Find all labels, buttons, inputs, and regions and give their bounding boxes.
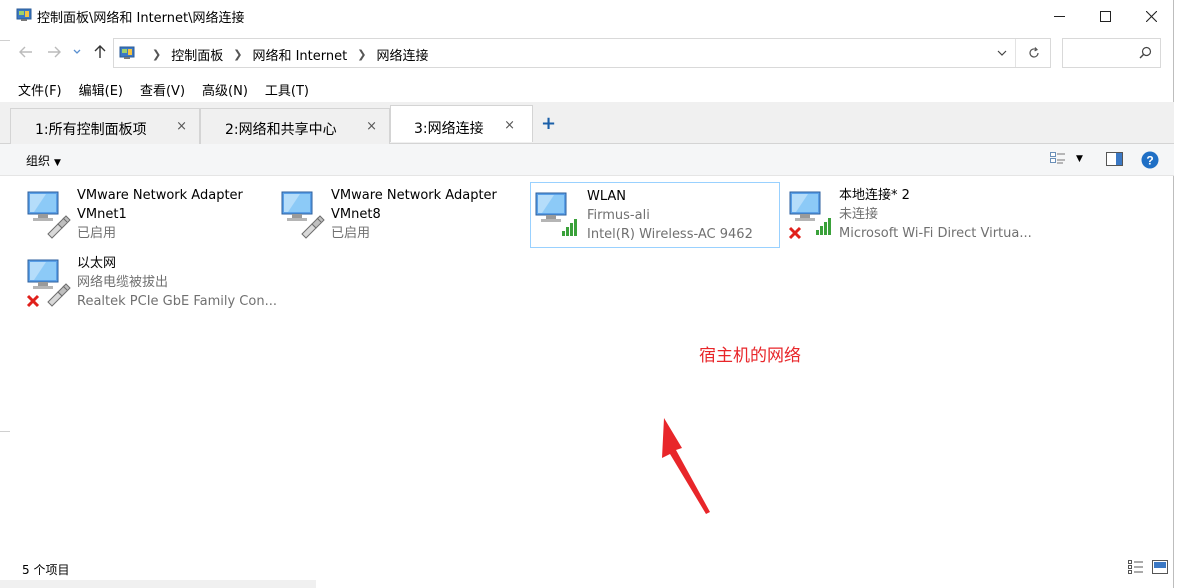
tab-close-button[interactable]: × — [504, 118, 515, 133]
tab-network-sharing-center[interactable]: 2:网络和共享中心 × — [200, 108, 390, 144]
address-history-button[interactable] — [991, 39, 1013, 67]
maximize-icon — [1099, 10, 1111, 22]
menu-view[interactable]: 查看(V) — [140, 80, 185, 99]
error-x-icon — [26, 294, 40, 308]
connection-name: 以太网 — [77, 256, 117, 271]
command-bar: 组织 ▼ ▼ ? — [0, 144, 1174, 176]
connection-vmnet8[interactable]: VMware Network Adapter VMnet8 已启用 — [280, 180, 530, 246]
connection-status: 已启用 — [77, 226, 117, 241]
error-x-icon — [788, 226, 802, 240]
tab-label: 2:网络和共享中心 — [225, 122, 337, 138]
connection-local-2[interactable]: 本地连接* 2 未连接 Microsoft Wi-Fi Direct Virtu… — [788, 180, 1038, 246]
new-tab-button[interactable]: + — [541, 113, 556, 134]
connection-vmnet1[interactable]: VMware Network Adapter VMnet1 已启用 — [26, 180, 276, 246]
item-count: 5 个项目 — [22, 563, 70, 577]
annotation-text: 宿主机的网络 — [699, 346, 801, 366]
arrow-left-icon — [19, 46, 32, 58]
connection-name: WLAN — [587, 189, 627, 204]
chevron-down-icon — [997, 50, 1007, 56]
tab-label: 1:所有控制面板项 — [35, 122, 147, 138]
maximize-button[interactable] — [1082, 0, 1128, 32]
connection-ethernet[interactable]: 以太网 网络电缆被拔出 Realtek PCIe GbE Family Con.… — [26, 248, 277, 314]
caret-down-icon: ▼ — [54, 158, 61, 168]
tab-strip: 1:所有控制面板项 × 2:网络和共享中心 × 3:网络连接 × + — [0, 102, 1174, 144]
tab-label: 3:网络连接 — [414, 121, 484, 137]
bottom-edge — [0, 580, 316, 588]
title-bar: 控制面板\网络和 Internet\网络连接 — [0, 0, 1174, 32]
connection-name: VMware Network Adapter — [331, 188, 497, 203]
connection-ssid: Firmus-ali — [587, 208, 650, 223]
wireless-adapter-icon — [535, 192, 577, 236]
refresh-icon — [1028, 47, 1039, 58]
change-view-icon[interactable] — [1050, 152, 1066, 166]
breadcrumb-network-connections[interactable]: 网络连接 — [376, 45, 428, 64]
tab-close-button[interactable]: × — [366, 119, 377, 134]
tab-close-button[interactable]: × — [176, 119, 187, 134]
tab-all-control-panel-items[interactable]: 1:所有控制面板项 × — [10, 108, 200, 144]
menu-edit[interactable]: 编辑(E) — [79, 80, 123, 99]
search-box[interactable] — [1062, 38, 1161, 68]
wireless-adapter-icon — [788, 191, 831, 240]
connection-device: Intel(R) Wireless-AC 9462 — [587, 227, 753, 242]
connection-status: 已启用 — [331, 226, 371, 241]
caret-down-icon[interactable]: ▼ — [1076, 154, 1083, 164]
address-bar[interactable]: ❯ 控制面板 ❯ 网络和 Internet ❯ 网络连接 — [113, 38, 1051, 68]
close-icon — [1145, 10, 1157, 22]
svg-text:?: ? — [1146, 154, 1153, 168]
chevron-right-icon[interactable]: ❯ — [152, 48, 161, 61]
signal-bars-icon — [562, 219, 577, 236]
connection-device: VMnet1 — [77, 207, 127, 222]
window-title: 控制面板\网络和 Internet\网络连接 — [37, 11, 245, 26]
control-panel-icon — [16, 8, 32, 21]
breadcrumb-control-panel[interactable]: 控制面板 — [171, 45, 223, 64]
chevron-right-icon[interactable]: ❯ — [357, 48, 366, 61]
large-icons-view-icon[interactable] — [1152, 560, 1168, 574]
connection-name: VMware Network Adapter — [77, 188, 243, 203]
organize-button[interactable]: 组织 ▼ — [26, 152, 61, 169]
recent-locations-button[interactable] — [70, 42, 84, 62]
connection-device: Realtek PCIe GbE Family Con... — [77, 294, 277, 309]
connection-name: 本地连接* 2 — [839, 188, 910, 203]
signal-bars-icon — [816, 218, 831, 235]
menu-tools[interactable]: 工具(T) — [265, 80, 309, 99]
connections-list: VMware Network Adapter VMnet1 已启用 VMware… — [0, 176, 1174, 554]
navigation-bar: ❯ 控制面板 ❯ 网络和 Internet ❯ 网络连接 — [0, 34, 1174, 72]
network-adapter-icon — [281, 191, 325, 239]
refresh-button[interactable] — [1015, 39, 1051, 67]
search-icon — [1139, 46, 1152, 59]
close-button[interactable] — [1128, 0, 1174, 32]
back-button[interactable] — [16, 42, 36, 62]
network-adapter-icon — [27, 191, 71, 239]
help-icon[interactable]: ? — [1141, 151, 1159, 169]
annotation-arrow — [662, 418, 710, 514]
menu-bar: 文件(F) 编辑(E) 查看(V) 高级(N) 工具(T) — [0, 76, 1174, 102]
details-view-icon[interactable] — [1128, 560, 1144, 574]
minimize-icon — [1053, 15, 1065, 17]
arrow-up-icon — [94, 45, 106, 58]
preview-pane-icon[interactable] — [1106, 152, 1123, 166]
up-button[interactable] — [90, 42, 110, 62]
network-adapter-icon — [26, 259, 71, 308]
chevron-down-icon — [73, 49, 81, 54]
menu-advanced[interactable]: 高级(N) — [202, 80, 248, 99]
status-bar: 5 个项目 — [0, 556, 1174, 580]
minimize-button[interactable] — [1036, 0, 1082, 32]
connection-wlan[interactable]: WLAN Firmus-ali Intel(R) Wireless-AC 946… — [530, 182, 780, 248]
control-panel-icon — [119, 46, 135, 59]
breadcrumb-network-internet[interactable]: 网络和 Internet — [252, 45, 347, 64]
forward-button[interactable] — [44, 42, 64, 62]
connection-status: 网络电缆被拔出 — [77, 275, 169, 290]
explorer-window: 控制面板\网络和 Internet\网络连接 ❯ 控制面板 ❯ 网络和 Inte… — [0, 0, 1174, 588]
chevron-right-icon[interactable]: ❯ — [233, 48, 242, 61]
connection-device: Microsoft Wi-Fi Direct Virtua... — [839, 226, 1032, 241]
menu-file[interactable]: 文件(F) — [18, 80, 62, 99]
connection-status: 未连接 — [839, 207, 879, 222]
organize-label: 组织 — [26, 154, 51, 168]
connection-device: VMnet8 — [331, 207, 381, 222]
arrow-right-icon — [48, 46, 61, 58]
breadcrumb: ❯ 控制面板 ❯ 网络和 Internet ❯ 网络连接 — [142, 45, 428, 64]
tab-network-connections[interactable]: 3:网络连接 × — [390, 105, 533, 142]
